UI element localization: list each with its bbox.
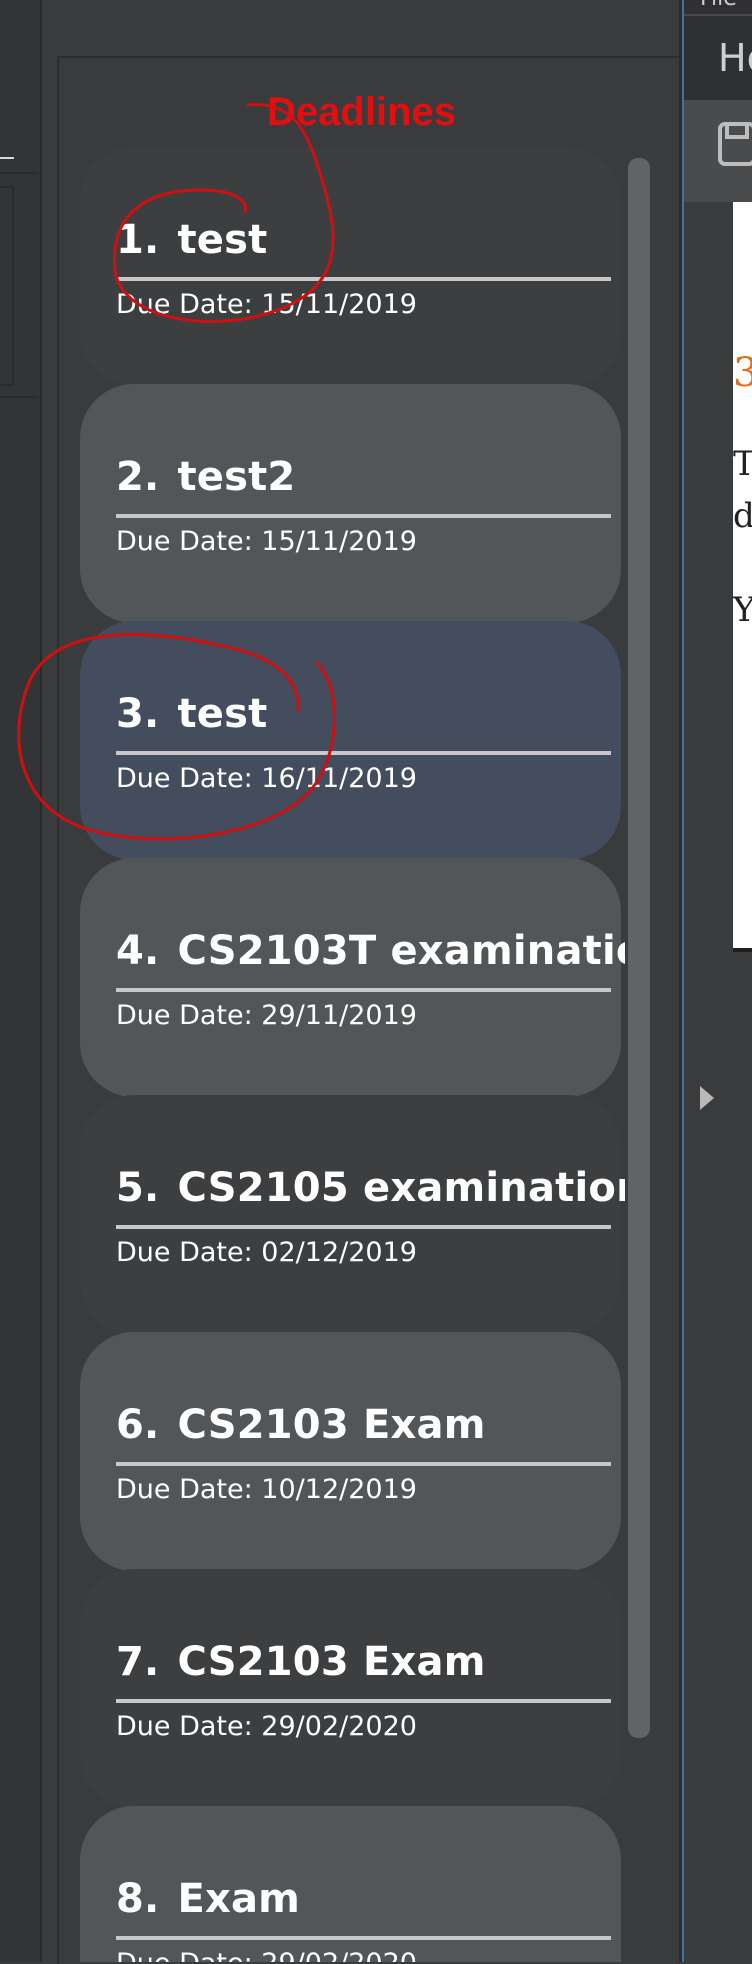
document-text: T: [733, 444, 752, 484]
deadline-due-date: Due Date: 29/11/2019: [116, 1000, 417, 1031]
expand-arrow-icon[interactable]: [700, 1086, 714, 1110]
deadline-due-date: Due Date: 02/12/2019: [116, 1237, 417, 1268]
deadline-index: 7.: [116, 1639, 160, 1685]
deadline-underline: [116, 1462, 611, 1466]
deadline-underline: [116, 1699, 611, 1703]
document-area: [733, 202, 752, 952]
deadline-underline: [116, 1936, 611, 1940]
deadline-title: 8. Exam: [116, 1876, 300, 1922]
deadline-due-date: Due Date: 16/11/2019: [116, 763, 417, 794]
deadline-name: Exam: [177, 1876, 301, 1922]
deadline-name: test: [177, 217, 268, 263]
deadline-title: 1. test: [116, 217, 267, 263]
deadline-underline: [116, 988, 611, 992]
deadline-index: 3.: [116, 691, 160, 737]
deadline-title: 2. test2: [116, 454, 295, 500]
deadline-title: 3. test: [116, 691, 267, 737]
deadline-due-date: Due Date: 15/11/2019: [116, 526, 417, 557]
deadline-name: CS2103 Exam: [177, 1639, 486, 1685]
deadline-card[interactable]: 8. Exam Due Date: 29/02/2020: [80, 1806, 621, 1962]
deadline-name: CS2103T examination: [177, 928, 625, 974]
left-pane-box: [0, 186, 14, 386]
deadline-index: 6.: [116, 1402, 160, 1448]
left-pane-divider: [0, 172, 38, 174]
deadline-card[interactable]: 4. CS2103T examination Due Date: 29/11/20…: [80, 858, 625, 1097]
deadline-card[interactable]: 1. test Due Date: 15/11/2019: [80, 147, 621, 386]
deadline-title: 7. CS2103 Exam: [116, 1639, 486, 1685]
tab-home[interactable]: Ho: [718, 36, 752, 80]
deadline-index: 1.: [116, 217, 160, 263]
document-text: Y: [733, 590, 752, 630]
deadline-title: 6. CS2103 Exam: [116, 1402, 486, 1448]
deadline-due-date: Due Date: 10/12/2019: [116, 1474, 417, 1505]
deadline-underline: [116, 751, 611, 755]
deadline-name: CS2105 examination: [177, 1165, 625, 1211]
deadline-due-date: Due Date: 15/11/2019: [116, 289, 417, 320]
deadline-card[interactable]: 2. test2 Due Date: 15/11/2019: [80, 384, 621, 623]
deadline-due-date: Due Date: 29/02/2020: [116, 1948, 417, 1962]
document-text: d: [733, 496, 752, 536]
deadline-index: 4.: [116, 928, 160, 974]
deadline-name: CS2103 Exam: [177, 1402, 486, 1448]
deadline-card-selected[interactable]: 3. test Due Date: 16/11/2019: [80, 621, 621, 860]
deadline-underline: [116, 514, 611, 518]
left-pane-divider: [0, 157, 14, 159]
deadline-name: test2: [177, 454, 296, 500]
deadline-due-date: Due Date: 29/02/2020: [116, 1711, 417, 1742]
document-lower-area: [733, 952, 752, 1962]
deadline-underline: [116, 277, 611, 281]
deadline-title: 5. CS2105 examination: [116, 1165, 625, 1211]
deadline-index: 2.: [116, 454, 160, 500]
deadline-underline: [116, 1225, 611, 1229]
annotation-label: Deadlines: [267, 90, 456, 134]
deadline-title: 4. CS2103T examination: [116, 928, 625, 974]
deadline-list-scrollbar[interactable]: [628, 158, 650, 1738]
deadline-list[interactable]: 1. test Due Date: 15/11/2019 2. test2 Due …: [80, 147, 625, 1962]
save-icon[interactable]: [718, 122, 752, 166]
left-pane-divider: [0, 396, 38, 398]
deadline-card[interactable]: 7. CS2103 Exam Due Date: 29/02/2020: [80, 1569, 621, 1808]
deadline-card[interactable]: 6. CS2103 Exam Due Date: 10/12/2019: [80, 1332, 621, 1571]
menu-file[interactable]: File: [700, 0, 737, 11]
deadline-name: test: [177, 691, 268, 737]
document-heading: 3: [733, 350, 752, 396]
document-sidestrip: [684, 202, 733, 1962]
left-pane: [0, 0, 42, 1962]
deadline-index: 8.: [116, 1876, 160, 1922]
deadline-index: 5.: [116, 1165, 160, 1211]
deadline-card[interactable]: 5. CS2105 examination Due Date: 02/12/201…: [80, 1095, 625, 1334]
